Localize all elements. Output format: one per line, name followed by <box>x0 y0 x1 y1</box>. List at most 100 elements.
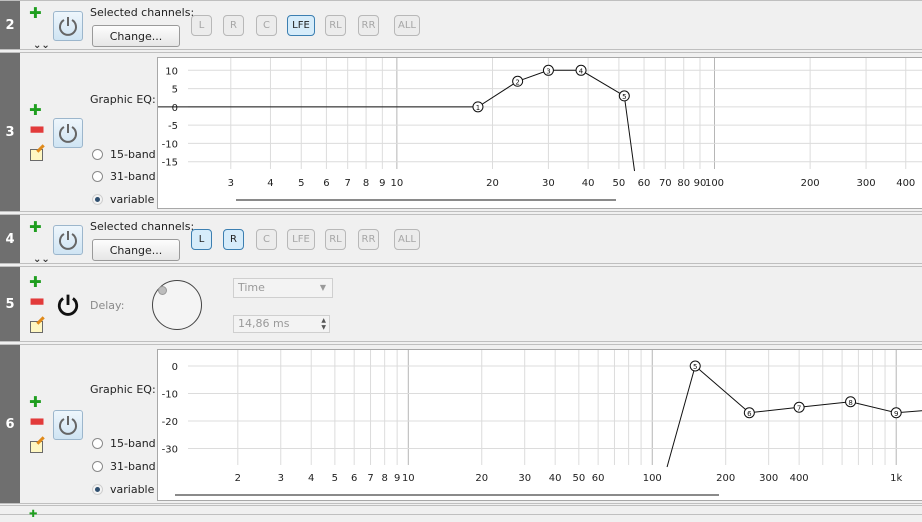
mode-variable-radio[interactable] <box>92 194 103 205</box>
eq-band-point-label: 3 <box>546 67 550 75</box>
remove-icon[interactable]: ▬ <box>29 293 45 310</box>
x-tick-label: 9 <box>379 178 385 189</box>
y-tick-label: -15 <box>162 158 178 169</box>
row-number: 4 <box>0 215 20 263</box>
add-icon[interactable]: ✚ <box>29 6 42 21</box>
add-icon[interactable]: ✚ <box>29 395 42 410</box>
mode-31-band-label: 31-band <box>110 460 156 473</box>
eq-band-point-label: 6 <box>747 410 752 418</box>
power-toggle-button[interactable] <box>53 225 83 255</box>
delay-unit-select[interactable]: Time ▼ <box>233 278 333 298</box>
channel-lfe-button[interactable]: LFE <box>287 229 315 250</box>
row-number: 5 <box>0 267 20 341</box>
y-tick-label: 10 <box>165 66 178 77</box>
x-tick-label: 1k <box>890 473 902 484</box>
eq-chart-plot[interactable]: 0-10-20-302 3 4 5 6 7 8 9 10 20 30 40 50 60 100 200 300 4… <box>158 350 922 502</box>
delay-label: Delay: <box>90 299 125 312</box>
channel-l-button[interactable]: L <box>191 229 212 250</box>
channel-c-button[interactable]: C <box>256 229 277 250</box>
y-tick-label: -10 <box>162 390 178 401</box>
y-tick-label: -10 <box>162 139 178 150</box>
x-tick-label: 20 <box>486 178 499 189</box>
x-tick-label: 100 <box>643 473 662 484</box>
x-tick-label: 200 <box>716 473 735 484</box>
x-tick-label: 50 <box>572 473 585 484</box>
edit-icon[interactable] <box>30 441 43 453</box>
row-channel-select-4: 4 ✚ ⌄⌄ Selected channels: Change... L R … <box>0 214 922 267</box>
mode-variable-radio[interactable] <box>92 484 103 495</box>
x-tick-label: 4 <box>308 473 314 484</box>
channel-all-button[interactable]: ALL <box>394 15 420 36</box>
channel-c-button[interactable]: C <box>256 15 277 36</box>
eq-chart-plot[interactable]: 1050-5-10-153 4 5 6 7 8 9 10 20 30 40 50 60 70 80 90100… <box>158 58 922 210</box>
eq-band-point-label: 2 <box>515 78 519 86</box>
channel-r-button[interactable]: R <box>223 15 244 36</box>
mode-15-band-radio[interactable] <box>92 438 103 449</box>
eq-band-point-label: 4 <box>579 67 584 75</box>
channel-all-button[interactable]: ALL <box>394 229 420 250</box>
x-tick-label: 3 <box>228 178 234 189</box>
mode-31-band-radio[interactable] <box>92 461 103 472</box>
add-icon[interactable]: ✚ <box>29 220 42 235</box>
mode-15-band-radio[interactable] <box>92 149 103 160</box>
add-icon[interactable]: ✚ <box>29 507 37 522</box>
x-tick-label: 6 <box>323 178 329 189</box>
y-tick-label: 5 <box>172 85 178 96</box>
x-tick-label: 80 <box>677 178 690 189</box>
power-toggle-button[interactable] <box>53 290 83 320</box>
power-toggle-button[interactable] <box>53 11 83 41</box>
mode-31-band-radio[interactable] <box>92 171 103 182</box>
row-number: 2 <box>0 1 20 49</box>
x-tick-label: 70 <box>659 178 672 189</box>
row-channel-select-2: 2 ✚ ⌄⌄ Selected channels: Change... L R … <box>0 0 922 53</box>
delay-knob[interactable] <box>152 280 202 330</box>
y-tick-label: -5 <box>168 121 178 132</box>
x-tick-label: 8 <box>381 473 387 484</box>
channel-r-button[interactable]: R <box>223 229 244 250</box>
delay-value-spinbox[interactable]: 14,86 ms ▲ ▼ <box>233 315 330 333</box>
x-tick-label: 400 <box>896 178 915 189</box>
remove-icon[interactable]: ▬ <box>29 413 45 430</box>
edit-icon[interactable] <box>30 149 43 161</box>
channel-rl-button[interactable]: RL <box>325 15 346 36</box>
knob-indicator <box>158 286 167 295</box>
channel-rr-button[interactable]: RR <box>358 15 379 36</box>
change-channels-button[interactable]: Change... <box>92 239 180 261</box>
channel-lfe-button[interactable]: LFE <box>287 15 315 36</box>
mode-31-band-label: 31-band <box>110 170 156 183</box>
eq-chart[interactable]: 0 -10 -20 -30 2 3 4 5 6 7 8 9 10 20 30 40 50 60 100 200 300 4… <box>157 349 922 501</box>
x-tick-label: 100 <box>705 178 724 189</box>
x-tick-label: 5 <box>332 473 338 484</box>
mode-variable-label: variable <box>110 483 155 496</box>
x-tick-label: 60 <box>592 473 605 484</box>
channel-l-button[interactable]: L <box>191 15 212 36</box>
spin-arrows-icon[interactable]: ▲ ▼ <box>321 317 326 331</box>
remove-icon[interactable]: ▬ <box>29 121 45 138</box>
mode-15-band-label: 15-band <box>110 148 156 161</box>
row-graphic-eq-6: 6 ✚ ▬ Graphic EQ: 15-band 31-band variab… <box>0 344 922 504</box>
horizontal-scrollbar <box>236 199 616 201</box>
x-tick-label: 7 <box>344 178 350 189</box>
chevron-down-icon[interactable]: ⌄⌄ <box>33 38 50 53</box>
x-tick-label: 10 <box>391 178 404 189</box>
x-tick-label: 7 <box>367 473 373 484</box>
eq-chart[interactable]: 10 5 0 -5 -10 -15 3 4 5 6 7 8 9 10 20 30 40 50 60 70 80 90 100… <box>157 57 922 209</box>
power-toggle-button[interactable] <box>53 118 83 148</box>
add-icon[interactable]: ✚ <box>29 103 42 118</box>
mode-variable-label: variable <box>110 193 155 206</box>
delay-value: 14,86 ms <box>238 317 290 330</box>
channel-rl-button[interactable]: RL <box>325 229 346 250</box>
eq-band-point-label: 8 <box>848 399 852 407</box>
row-number: 6 <box>0 345 20 503</box>
edit-icon[interactable] <box>30 321 43 333</box>
channel-rr-button[interactable]: RR <box>358 229 379 250</box>
x-tick-label: 20 <box>475 473 488 484</box>
x-tick-label: 40 <box>549 473 562 484</box>
eq-band-point-label: 5 <box>622 93 626 101</box>
graphic-eq-label: Graphic EQ: <box>90 383 156 396</box>
x-tick-label: 50 <box>613 178 626 189</box>
change-channels-button[interactable]: Change... <box>92 25 180 47</box>
chevron-down-icon[interactable]: ⌄⌄ <box>33 252 50 267</box>
power-toggle-button[interactable] <box>53 410 83 440</box>
add-icon[interactable]: ✚ <box>29 275 42 290</box>
